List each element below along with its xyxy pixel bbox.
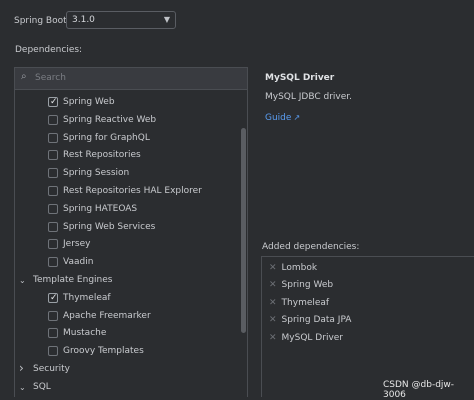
watermark: CSDN @db-djw-3006 (383, 380, 455, 400)
spring-boot-label: Spring Boot: (14, 16, 70, 26)
added-dependency-label: Thymeleaf (281, 297, 330, 308)
dependency-label: Vaadin (63, 257, 94, 268)
chevron-down-icon: ▼ (163, 15, 170, 24)
tree-category-label: Security (33, 364, 70, 374)
dependencies-panel: ⌕ ✓ Spring Web Spring Reactive Web Spring f… (14, 67, 248, 397)
remove-icon[interactable]: ✕ (269, 315, 277, 325)
chevron-down-icon[interactable]: ⌄ (19, 272, 26, 289)
dependency-label: Spring Reactive Web (63, 114, 157, 125)
tree-category-label: SQL (33, 381, 51, 392)
dependency-checkbox[interactable] (48, 328, 58, 339)
added-dependency-label: Spring Web (281, 280, 334, 291)
added-dependency-label: Lombok (281, 263, 318, 273)
search-icon: ⌕ (21, 71, 27, 82)
chevron-right-icon[interactable]: › (19, 360, 24, 377)
checkmark-icon: ✓ (50, 97, 58, 107)
search-input[interactable] (35, 71, 215, 85)
added-dependency-item: ✕ Thymeleaf (269, 296, 329, 311)
dependency-label: Rest Repositories (63, 150, 141, 161)
added-dependency-item: ✕ Spring Data JPA (269, 313, 351, 328)
dependency-label: Groovy Templates (63, 346, 144, 357)
remove-icon[interactable]: ✕ (269, 280, 277, 290)
external-link-icon: ↗ (293, 113, 301, 122)
dependency-checkbox[interactable] (48, 186, 58, 196)
detail-description: MySQL JDBC driver. (265, 92, 353, 102)
spring-boot-version-select[interactable]: 3.1.0 ▼ (66, 11, 176, 29)
remove-icon[interactable]: ✕ (269, 263, 277, 273)
dependency-label: Spring Session (63, 168, 130, 179)
dependency-checkbox[interactable]: ✓ (48, 292, 58, 303)
dependency-checkbox[interactable] (48, 132, 58, 143)
dependency-checkbox[interactable] (48, 114, 58, 125)
dependency-checkbox[interactable] (48, 168, 58, 179)
remove-icon[interactable]: ✕ (269, 298, 277, 308)
added-dependency-label: Spring Data JPA (281, 315, 352, 326)
dependency-checkbox[interactable] (48, 310, 58, 321)
dependency-label: Spring Web (63, 97, 115, 107)
dependency-label: Spring HATEOAS (63, 203, 138, 214)
dependency-label: Rest Repositories HAL Explorer (63, 186, 202, 196)
dependency-label: Spring Web Services (63, 221, 156, 232)
dependency-label: Apache Freemarker (63, 310, 151, 321)
detail-title: MySQL Driver (265, 73, 335, 83)
remove-icon[interactable]: ✕ (269, 333, 277, 343)
checkmark-icon: ✓ (50, 292, 58, 303)
dependency-checkbox[interactable] (48, 346, 58, 357)
dependency-label: Mustache (63, 328, 107, 339)
dependencies-label: Dependencies: (15, 45, 83, 55)
dependency-checkbox[interactable]: ✓ (48, 97, 58, 107)
added-dependencies-panel: ✕ Lombok ✕ Spring Web ✕ Thymeleaf ✕ Spring Data… (261, 256, 474, 397)
added-dependency-label: MySQL Driver (281, 332, 344, 343)
dependency-checkbox[interactable] (48, 221, 58, 232)
added-dependency-item: ✕ Spring Web (269, 278, 333, 293)
dependency-checkbox[interactable] (48, 257, 58, 268)
scrollbar[interactable] (241, 128, 246, 333)
dependency-checkbox[interactable] (48, 203, 58, 214)
chevron-down-icon[interactable]: ⌄ (19, 379, 26, 396)
dependency-label: Thymeleaf (63, 292, 111, 303)
dependency-label: Jersey (63, 239, 91, 250)
dependency-checkbox[interactable] (48, 239, 58, 250)
dependency-checkbox[interactable] (48, 150, 58, 161)
guide-link[interactable]: Guide ↗ (265, 113, 300, 123)
guide-link-label: Guide (265, 113, 292, 123)
added-dependency-item: ✕ Lombok (269, 261, 317, 276)
added-dependency-item: ✕ MySQL Driver (269, 331, 343, 346)
dependency-label: Spring for GraphQL (63, 132, 150, 143)
added-dependencies-label: Added dependencies: (262, 242, 360, 252)
spring-boot-version-value: 3.1.0 (72, 15, 95, 25)
tree-category-label: Template Engines (33, 275, 113, 285)
search-box[interactable]: ⌕ (15, 68, 247, 90)
